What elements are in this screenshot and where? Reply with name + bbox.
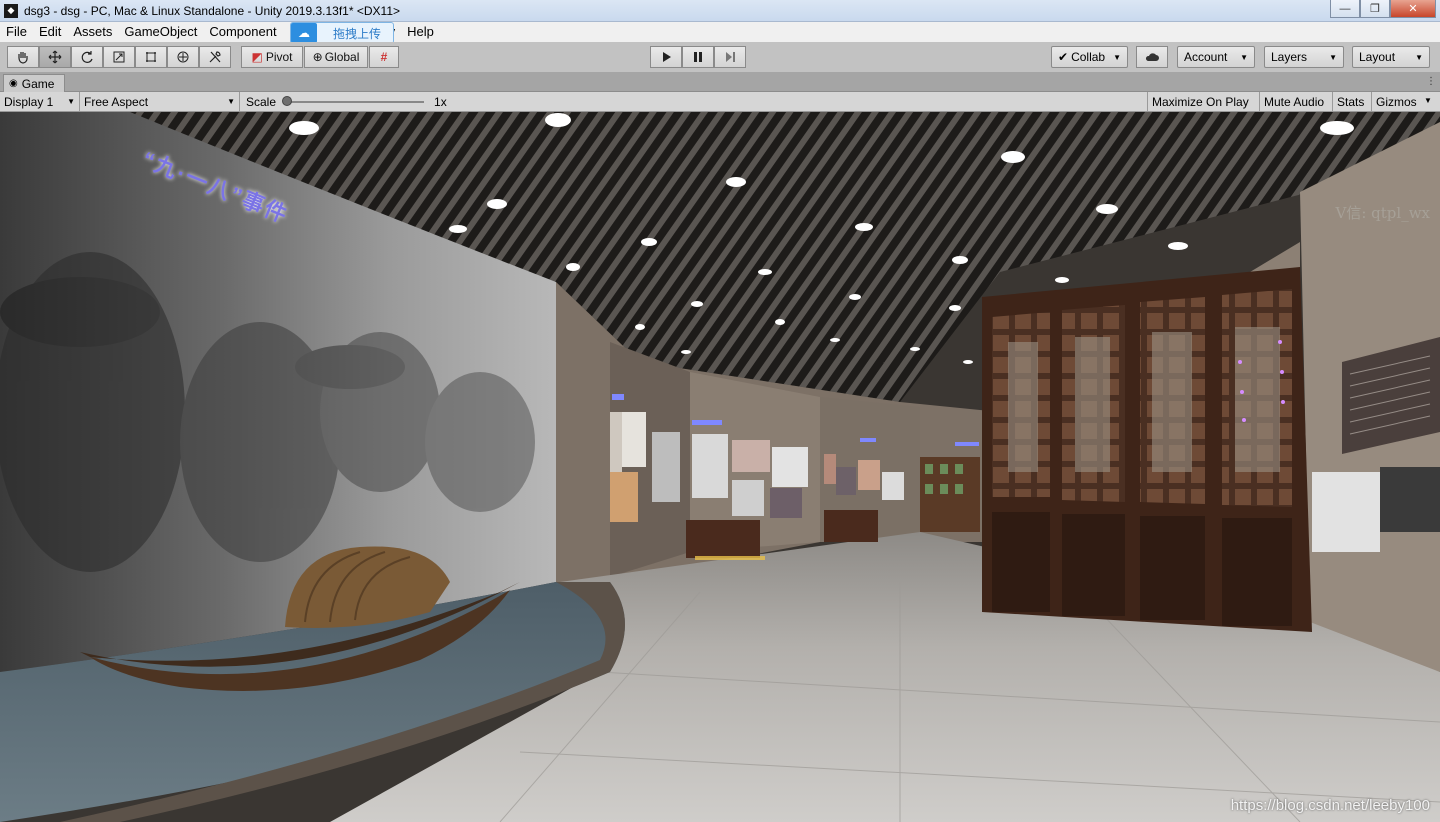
aspect-select[interactable]: Free Aspect ▼	[80, 91, 240, 112]
aspect-label: Free Aspect	[84, 94, 149, 109]
dropdown-arrow-icon: ▼	[67, 97, 75, 106]
watermark-contact: V信: qtpl_wx	[1335, 204, 1430, 222]
menu-gameobject[interactable]: GameObject	[118, 22, 203, 42]
tools-icon	[209, 51, 221, 63]
custom-tools-button[interactable]	[199, 46, 231, 68]
menu-help[interactable]: Help	[401, 22, 440, 42]
dropdown-arrow-icon: ▼	[227, 97, 235, 106]
pause-button[interactable]	[682, 46, 714, 68]
global-label: Global	[324, 50, 360, 64]
close-button[interactable]: ✕	[1390, 0, 1436, 18]
minimize-button[interactable]: —	[1330, 0, 1360, 18]
scale-slider[interactable]	[282, 95, 428, 108]
dock-tab-strip: ◉ Game ⋮	[0, 72, 1440, 92]
stats-toggle[interactable]: Stats	[1332, 92, 1368, 112]
scale-slider-thumb[interactable]	[282, 95, 293, 106]
unity-app-icon: ◆	[4, 3, 18, 18]
cloud-icon	[1145, 53, 1159, 61]
scale-tool-button[interactable]	[103, 46, 135, 68]
dropdown-arrow-icon: ▼	[1113, 52, 1121, 62]
scale-value: 1x	[434, 94, 447, 109]
game-viewport[interactable]: “九·一八”事件 V信: qtpl_wx https://blog.csdn.n…	[0, 112, 1440, 822]
collab-label: Collab	[1071, 50, 1106, 64]
transform-tool-button[interactable]	[167, 46, 199, 68]
drag-upload-overlay[interactable]: ☁ 拖拽上传	[290, 22, 394, 44]
pivot-label: Pivot	[265, 50, 293, 64]
layout-label: Layout	[1359, 50, 1396, 64]
maximize-button[interactable]: ❐	[1360, 0, 1390, 18]
display-select[interactable]: Display 1 ▼	[0, 91, 80, 112]
rect-tool-icon	[146, 52, 156, 62]
step-icon	[726, 52, 735, 62]
tab-game[interactable]: ◉ Game	[3, 74, 65, 92]
gizmos-dropdown[interactable]: Gizmos	[1371, 92, 1421, 112]
maximize-on-play-toggle[interactable]: Maximize On Play	[1147, 92, 1253, 112]
museum-scene-render	[0, 112, 1440, 822]
hand-tool-button[interactable]	[7, 46, 39, 68]
gamepad-icon: ◉	[9, 78, 18, 89]
play-button[interactable]	[650, 46, 682, 68]
scale-label: Scale	[246, 94, 277, 109]
dropdown-arrow-icon: ▼	[1329, 52, 1337, 62]
grid-snap-button[interactable]: #	[369, 46, 399, 68]
pivot-toggle[interactable]: ◩ Pivot	[241, 46, 303, 68]
mute-audio-toggle[interactable]: Mute Audio	[1259, 92, 1328, 112]
cloud-upload-icon: ☁	[291, 23, 317, 43]
scale-control: Scale 1x	[240, 95, 447, 109]
collab-dropdown[interactable]: ✔ Collab ▼	[1051, 46, 1128, 68]
step-button[interactable]	[714, 46, 746, 68]
dropdown-arrow-icon: ▼	[1240, 52, 1248, 62]
tab-menu-icon[interactable]: ⋮	[1426, 76, 1436, 87]
main-toolbar: ◩ Pivot ⊕ Global # ✔ Collab ▼ Account ▼ …	[0, 42, 1440, 72]
hand-icon	[18, 52, 28, 64]
menu-file[interactable]: File	[0, 22, 33, 42]
pivot-icon: ◩	[251, 50, 263, 64]
check-icon: ✔	[1058, 50, 1069, 64]
tab-game-label: Game	[21, 76, 55, 91]
layers-dropdown[interactable]: Layers ▼	[1264, 46, 1344, 68]
scale-slider-track	[286, 100, 425, 103]
menu-assets[interactable]: Assets	[67, 22, 118, 42]
rect-tool-button[interactable]	[135, 46, 167, 68]
move-icon	[48, 50, 62, 64]
menu-bar: File Edit Assets GameObject Component y …	[0, 22, 1440, 42]
dropdown-arrow-icon: ▼	[1415, 52, 1423, 62]
global-toggle[interactable]: ⊕ Global	[304, 46, 368, 68]
display-label: Display 1	[4, 94, 54, 109]
menu-edit[interactable]: Edit	[33, 22, 67, 42]
scale-icon	[113, 51, 125, 63]
play-icon	[663, 52, 671, 62]
rotate-tool-button[interactable]	[71, 46, 103, 68]
window-title: dsg3 - dsg - PC, Mac & Linux Standalone …	[24, 3, 400, 18]
menu-component[interactable]: Component	[203, 22, 282, 42]
account-dropdown[interactable]: Account ▼	[1177, 46, 1255, 68]
account-label: Account	[1184, 50, 1228, 64]
watermark-url: https://blog.csdn.net/leeby100	[1230, 797, 1430, 814]
cloud-services-button[interactable]	[1136, 46, 1168, 68]
layers-label: Layers	[1271, 50, 1308, 64]
move-tool-button[interactable]	[39, 46, 71, 68]
rotate-icon	[81, 51, 93, 63]
title-bar: ◆ dsg3 - dsg - PC, Mac & Linux Standalon…	[0, 0, 1440, 22]
pause-icon	[694, 52, 702, 62]
grid-icon: #	[380, 50, 388, 64]
window-controls: — ❐ ✕	[1330, 0, 1436, 18]
drag-upload-label: 拖拽上传	[333, 26, 382, 41]
globe-icon: ⊕	[312, 50, 323, 64]
transform-icon	[177, 51, 189, 63]
layout-dropdown[interactable]: Layout ▼	[1352, 46, 1430, 68]
dropdown-arrow-icon[interactable]: ▼	[1424, 96, 1432, 105]
